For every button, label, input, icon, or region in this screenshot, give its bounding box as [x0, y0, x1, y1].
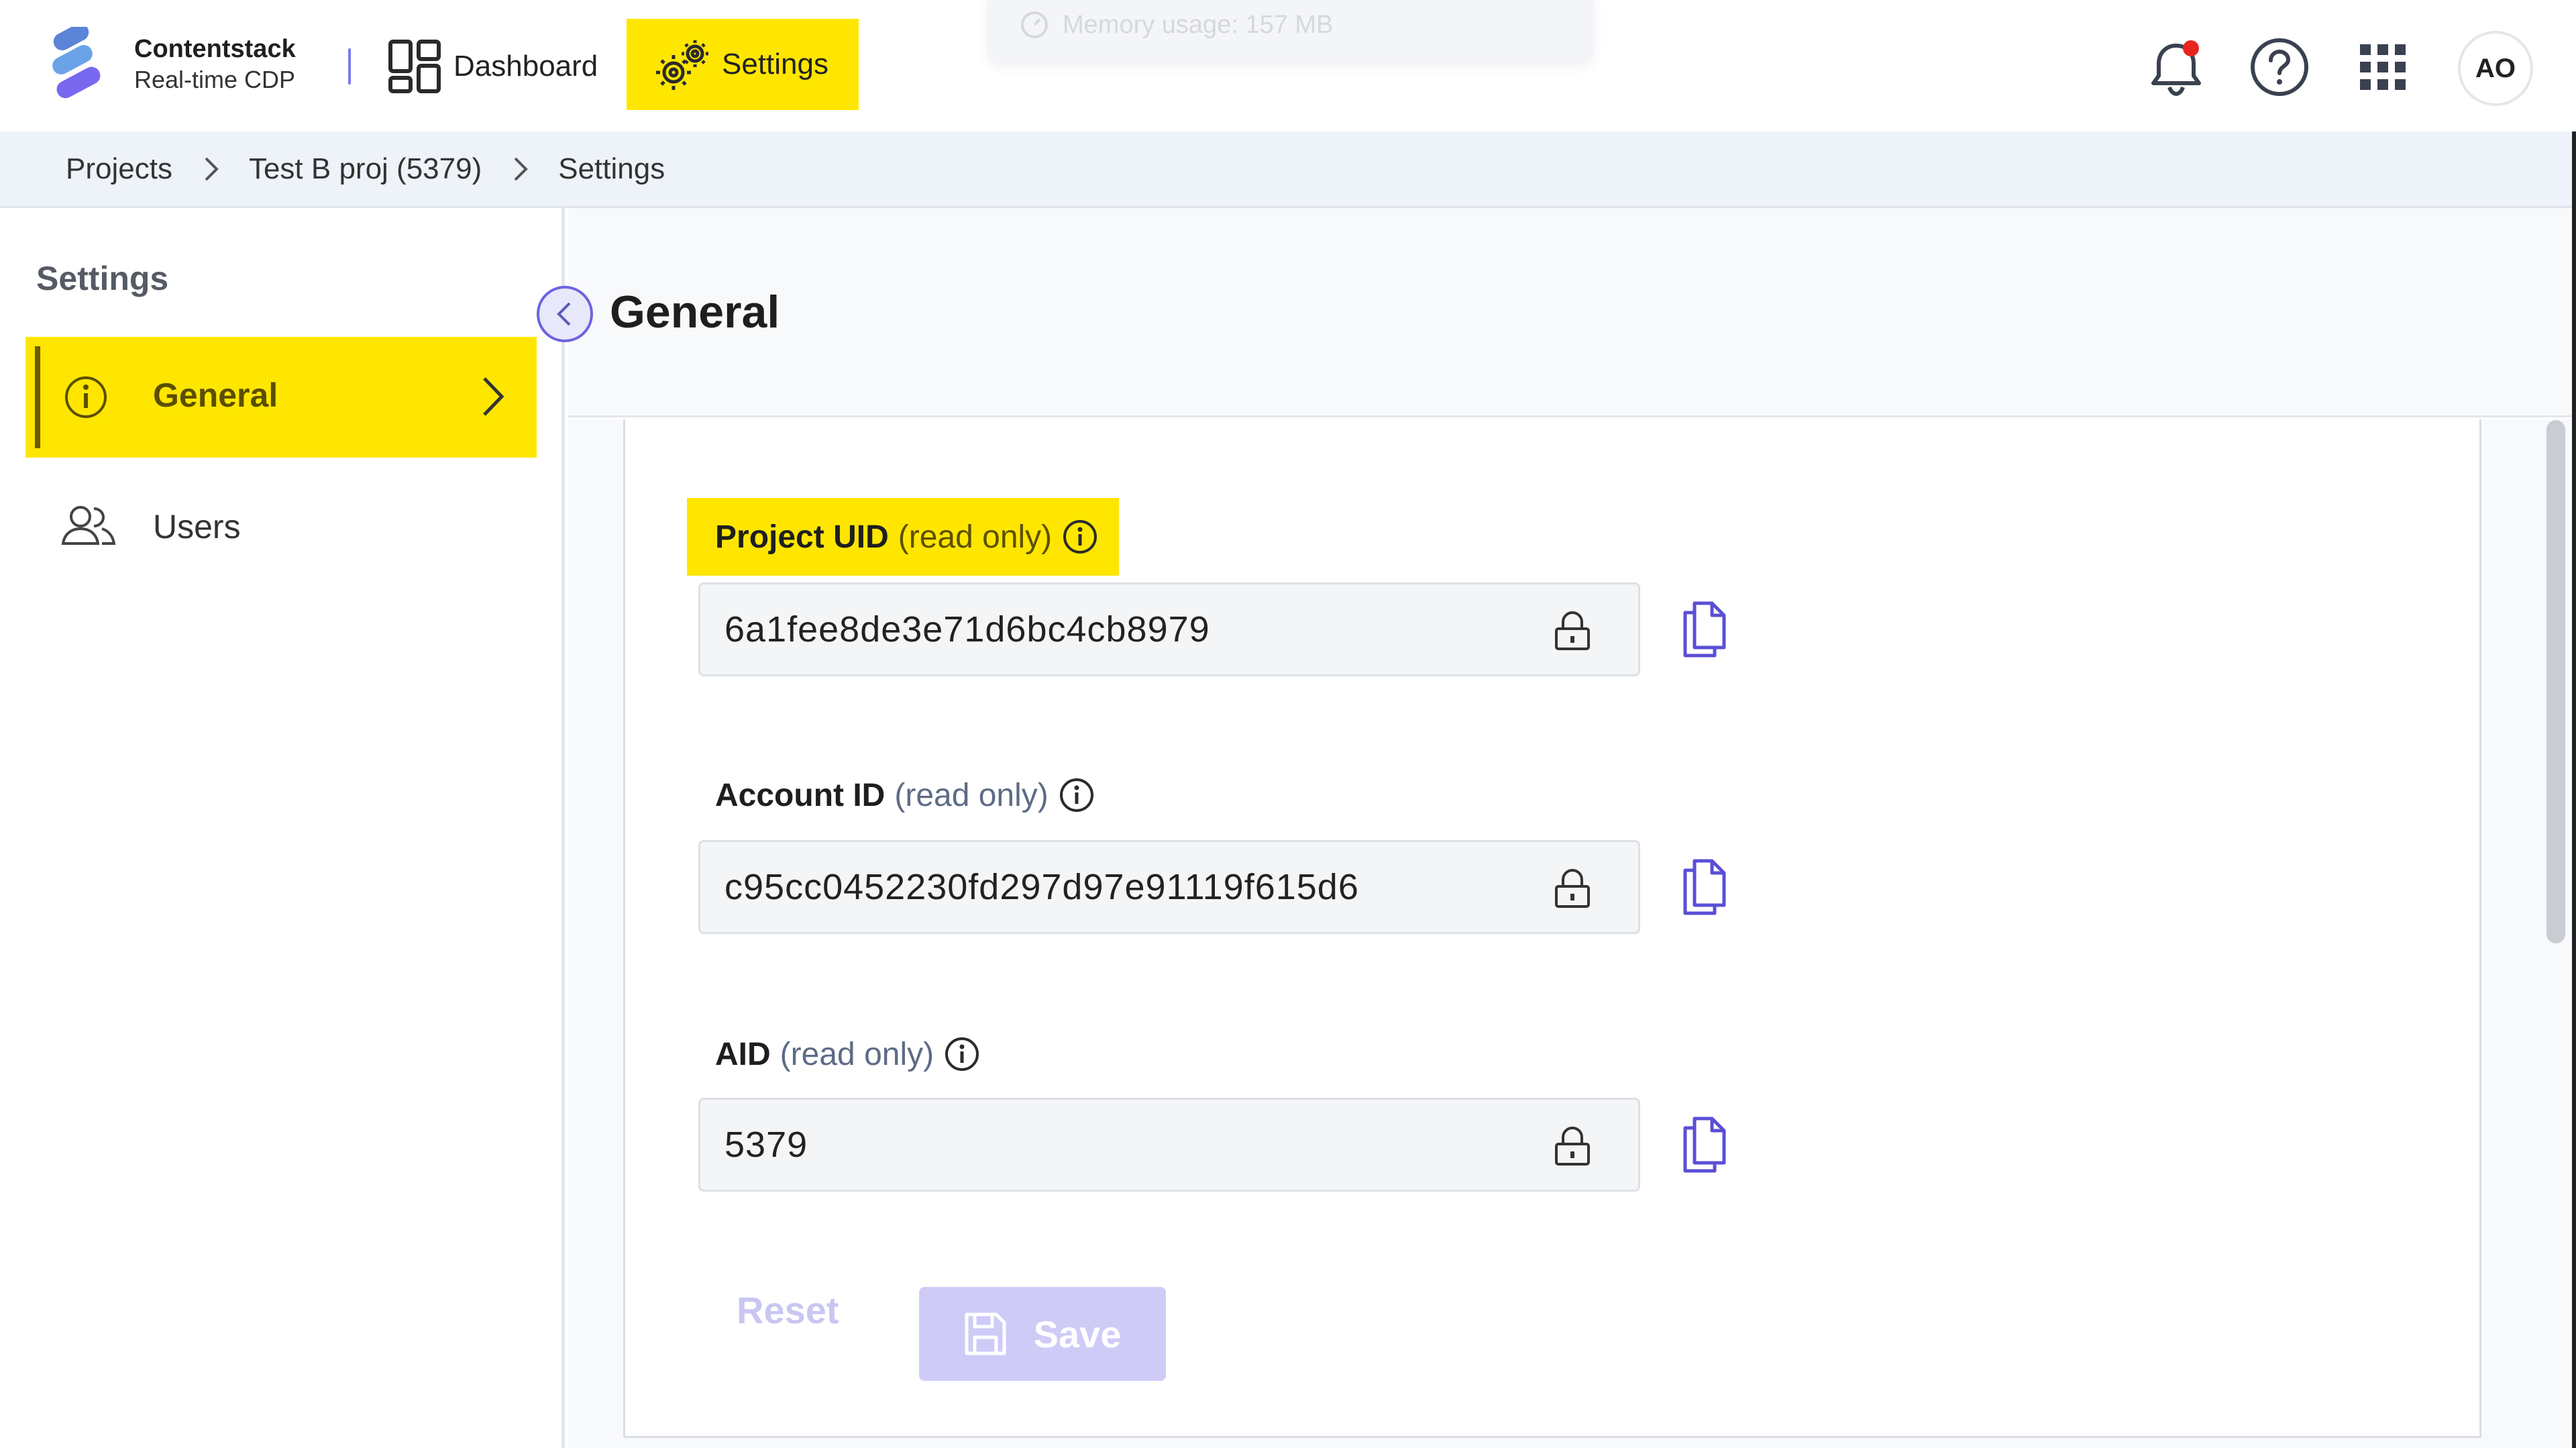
- read-only-note: (read only): [898, 519, 1053, 555]
- lock-icon: [1555, 1127, 1590, 1166]
- info-icon: [65, 376, 107, 418]
- breadcrumb: Projects Test B proj (5379) Settings: [0, 132, 2576, 208]
- sidebar-item-general[interactable]: General: [25, 337, 537, 458]
- read-only-note: (read only): [780, 1036, 934, 1072]
- save-button-label: Save: [1033, 1312, 1122, 1355]
- settings-sidebar: Settings General Users: [0, 208, 565, 1448]
- window-edge: [2572, 132, 2576, 1448]
- collapse-sidebar-button[interactable]: [537, 286, 593, 342]
- lock-icon: [1555, 869, 1590, 908]
- user-avatar[interactable]: AO: [2458, 31, 2533, 106]
- sidebar-item-users[interactable]: Users: [25, 476, 537, 577]
- sidebar-title: Settings: [36, 260, 169, 297]
- nav-settings-label: Settings: [722, 48, 828, 81]
- brand-subtitle: Real-time CDP: [134, 66, 296, 93]
- page-title: General: [610, 287, 780, 338]
- header-divider: [348, 48, 351, 85]
- breadcrumb-project[interactable]: Test B proj (5379): [249, 152, 482, 186]
- grid-apps-icon: [2360, 44, 2406, 90]
- app-switcher-button[interactable]: [2348, 32, 2418, 102]
- copy-aid-button[interactable]: [1676, 1111, 1733, 1178]
- breadcrumb-settings[interactable]: Settings: [558, 152, 665, 186]
- dashboard-icon: [388, 40, 441, 93]
- lock-icon: [1555, 611, 1590, 650]
- active-indicator: [35, 346, 40, 448]
- breadcrumb-projects[interactable]: Projects: [66, 152, 172, 186]
- chevron-right-icon: [203, 156, 221, 183]
- top-header: Contentstack Real-time CDP Dashboard Set…: [0, 0, 2576, 132]
- gauge-icon: [1021, 11, 1048, 38]
- contentstack-logo-icon[interactable]: [48, 23, 106, 102]
- gears-icon: [656, 40, 708, 90]
- copy-icon: [1683, 859, 1726, 915]
- info-icon[interactable]: [943, 1035, 981, 1073]
- aid-field[interactable]: 5379: [698, 1098, 1640, 1192]
- info-icon[interactable]: [1061, 518, 1099, 556]
- copy-account-id-button[interactable]: [1676, 854, 1733, 921]
- sidebar-item-label: General: [153, 376, 278, 414]
- project-uid-field[interactable]: 6a1fee8de3e71d6bc4cb8979: [698, 582, 1640, 676]
- help-button[interactable]: [2245, 32, 2314, 102]
- page-header: General: [568, 208, 2576, 417]
- field-name: Project UID: [715, 519, 889, 555]
- field-name: Account ID: [715, 777, 885, 813]
- brand-title: Contentstack: [134, 35, 296, 63]
- read-only-note: (read only): [894, 777, 1049, 813]
- copy-project-uid-button[interactable]: [1676, 596, 1733, 663]
- aid-value: 5379: [724, 1125, 808, 1165]
- project-uid-value: 6a1fee8de3e71d6bc4cb8979: [724, 609, 1210, 650]
- users-icon: [61, 506, 116, 545]
- project-uid-label: Project UID (read only): [687, 498, 1120, 576]
- chevron-right-icon: [513, 156, 530, 183]
- nav-settings[interactable]: Settings: [627, 19, 859, 110]
- notifications-button[interactable]: [2141, 32, 2211, 102]
- field-name: AID: [715, 1036, 771, 1072]
- account-id-field[interactable]: c95cc0452230fd297d97e91119f615d6: [698, 840, 1640, 934]
- memory-toast: Memory usage: 157 MB: [987, 0, 1594, 63]
- reset-button[interactable]: Reset: [737, 1288, 839, 1332]
- account-id-value: c95cc0452230fd297d97e91119f615d6: [724, 867, 1359, 907]
- account-id-label: Account ID (read only): [715, 772, 1095, 819]
- copy-icon: [1683, 1117, 1726, 1173]
- chevron-left-icon: [557, 302, 571, 326]
- chevron-right-icon: [483, 377, 504, 416]
- memory-toast-text: Memory usage: 157 MB: [1063, 10, 1334, 39]
- save-button[interactable]: Save: [919, 1287, 1166, 1381]
- bell-icon: [2151, 40, 2201, 97]
- nav-dashboard-label: Dashboard: [453, 50, 598, 83]
- nav-dashboard[interactable]: Dashboard: [388, 38, 598, 95]
- sidebar-item-label: Users: [153, 508, 241, 546]
- vertical-scrollbar[interactable]: [2546, 420, 2565, 943]
- brand-name: Contentstack Real-time CDP: [134, 34, 296, 95]
- help-icon: [2251, 38, 2308, 96]
- aid-label: AID (read only): [715, 1031, 981, 1078]
- copy-icon: [1683, 601, 1726, 658]
- save-icon: [965, 1312, 1006, 1355]
- info-icon[interactable]: [1058, 776, 1095, 814]
